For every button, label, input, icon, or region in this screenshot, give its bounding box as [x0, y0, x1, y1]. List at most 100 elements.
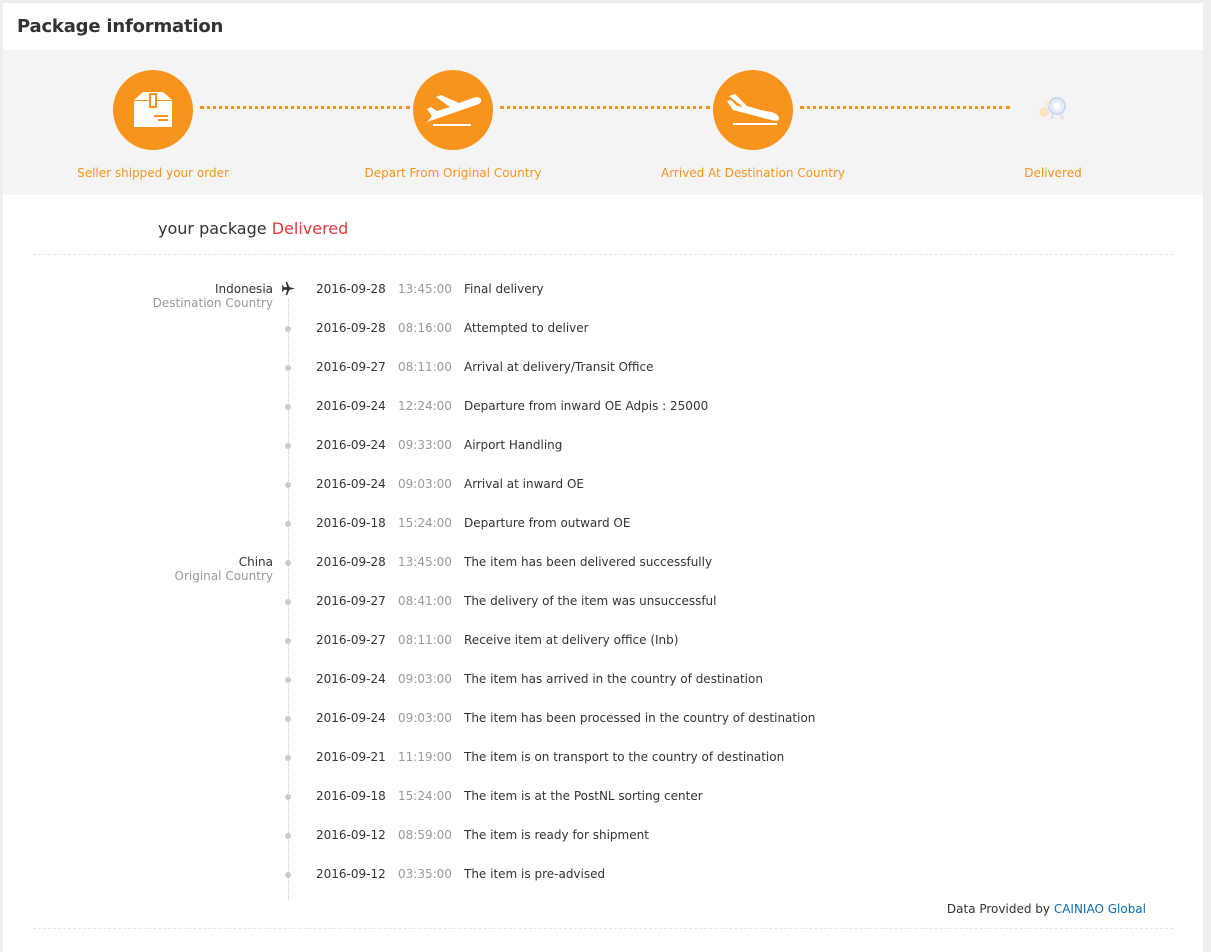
timeline-dot — [285, 560, 291, 566]
event-time: 15:24:00 — [398, 789, 452, 803]
timeline-dot — [285, 482, 291, 488]
event-description: The delivery of the item was unsuccessfu… — [464, 594, 717, 608]
delivered-badge-icon — [1013, 70, 1093, 150]
step-label: Depart From Original Country — [364, 166, 542, 180]
timeline-dot — [285, 599, 291, 605]
credit-prefix: Data Provided by — [946, 902, 1050, 916]
event-date: 2016-09-24 — [316, 672, 386, 686]
event-description: Attempted to deliver — [464, 321, 589, 335]
event-date: 2016-09-28 — [316, 282, 386, 296]
event-description: Arrival at inward OE — [464, 477, 584, 491]
tracking-event-row: 2016-09-27 08:41:00 The delivery of the … — [3, 594, 1203, 614]
tracking-event-row: 2016-09-24 09:33:00 Airport Handling — [3, 438, 1203, 458]
event-description: The item is pre-advised — [464, 867, 606, 881]
event-description: The item has been processed in the count… — [464, 711, 816, 725]
tracking-event-row: 2016-09-28 13:45:00 Final delivery — [3, 281, 1203, 302]
timeline-dot — [285, 638, 291, 644]
page-title: Package information — [17, 16, 224, 37]
event-date: 2016-09-27 — [316, 594, 386, 608]
event-time: 03:35:00 — [398, 867, 452, 881]
cainiao-global-link[interactable]: CAINIAO Global — [1054, 902, 1146, 916]
event-time: 09:03:00 — [398, 477, 452, 491]
event-date: 2016-09-27 — [316, 633, 386, 647]
tracking-event-row: 2016-09-24 09:03:00 Arrival at inward OE — [3, 477, 1203, 497]
divider — [33, 254, 1173, 255]
event-date: 2016-09-24 — [316, 399, 386, 413]
timeline-dot — [285, 833, 291, 839]
timeline-dot — [285, 443, 291, 449]
event-description: The item has been delivered successfully — [464, 555, 713, 569]
tracking-event-row: 2016-09-18 15:24:00 The item is at the P… — [3, 789, 1203, 809]
tracking-event-row: 2016-09-28 13:45:00 The item has been de… — [3, 555, 1203, 575]
package-box-icon — [113, 70, 193, 150]
event-time: 08:16:00 — [398, 321, 452, 335]
event-description: Departure from outward OE — [464, 516, 631, 530]
event-date: 2016-09-28 — [316, 321, 386, 335]
step-depart-origin: Depart From Original Country — [333, 70, 573, 180]
event-date: 2016-09-21 — [316, 750, 386, 764]
timeline-dot — [285, 755, 291, 761]
event-time: 12:24:00 — [398, 399, 452, 413]
event-time: 11:19:00 — [398, 750, 452, 764]
panel-header: Package information — [3, 3, 1203, 50]
event-time: 08:11:00 — [398, 633, 452, 647]
event-date: 2016-09-24 — [316, 438, 386, 452]
event-date: 2016-09-12 — [316, 828, 386, 842]
event-description: The item is on transport to the country … — [464, 750, 785, 764]
event-date: 2016-09-24 — [316, 711, 386, 725]
timeline-dot — [285, 794, 291, 800]
step-arrived-destination: Arrived At Destination Country — [633, 70, 873, 180]
plane-landing-icon — [713, 70, 793, 150]
tracking-event-row: 2016-09-24 09:03:00 The item has been pr… — [3, 711, 1203, 731]
data-provider-credit: Data Provided by CAINIAO Global — [947, 902, 1146, 916]
event-date: 2016-09-27 — [316, 360, 386, 374]
event-date: 2016-09-28 — [316, 555, 386, 569]
tracking-event-row: 2016-09-12 03:35:00 The item is pre-advi… — [3, 867, 1203, 887]
event-description: The item has arrived in the country of d… — [464, 672, 763, 686]
package-status: your package Delivered — [158, 219, 348, 238]
plane-takeoff-icon — [413, 70, 493, 150]
timeline-dot — [285, 521, 291, 527]
timeline-dot — [285, 716, 291, 722]
timeline-dot — [285, 404, 291, 410]
event-description: Arrival at delivery/Transit Office — [464, 360, 654, 374]
package-information-panel: Package information Seller shipped your … — [3, 3, 1203, 952]
tracking-event-row: 2016-09-12 08:59:00 The item is ready fo… — [3, 828, 1203, 848]
event-date: 2016-09-24 — [316, 477, 386, 491]
tracking-event-row: 2016-09-27 08:11:00 Receive item at deli… — [3, 633, 1203, 653]
tracking-event-row: 2016-09-24 12:24:00 Departure from inwar… — [3, 399, 1203, 419]
progress-steps: Seller shipped your order Depart From Or… — [3, 50, 1203, 195]
event-description: Receive item at delivery office (Inb) — [464, 633, 679, 647]
tracking-event-row: 2016-09-18 15:24:00 Departure from outwa… — [3, 516, 1203, 536]
timeline-dot — [285, 326, 291, 332]
event-time: 15:24:00 — [398, 516, 452, 530]
event-date: 2016-09-18 — [316, 516, 386, 530]
step-label: Arrived At Destination Country — [661, 166, 845, 180]
event-description: The item is ready for shipment — [464, 828, 649, 842]
step-label: Delivered — [1024, 166, 1082, 180]
event-description: Airport Handling — [464, 438, 563, 452]
event-time: 09:03:00 — [398, 711, 452, 725]
tracking-event-row: 2016-09-27 08:11:00 Arrival at delivery/… — [3, 360, 1203, 380]
tracking-event-row: 2016-09-24 09:03:00 The item has arrived… — [3, 672, 1203, 692]
event-date: 2016-09-18 — [316, 789, 386, 803]
event-time: 13:45:00 — [398, 555, 452, 569]
status-prefix: your package — [158, 219, 267, 238]
timeline-dot — [285, 677, 291, 683]
tracking-event-row: 2016-09-28 08:16:00 Attempted to deliver — [3, 321, 1203, 341]
step-delivered: Delivered — [933, 70, 1173, 180]
event-time: 09:33:00 — [398, 438, 452, 452]
plane-icon — [281, 281, 296, 299]
status-value: Delivered — [271, 219, 349, 238]
event-description: Final delivery — [464, 282, 544, 296]
event-description: Departure from inward OE Adpis : 25000 — [464, 399, 709, 413]
event-time: 08:11:00 — [398, 360, 452, 374]
divider — [33, 928, 1173, 929]
event-description: The item is at the PostNL sorting center — [464, 789, 703, 803]
timeline-dot — [285, 872, 291, 878]
step-seller-shipped: Seller shipped your order — [33, 70, 273, 180]
event-time: 08:41:00 — [398, 594, 452, 608]
event-time: 09:03:00 — [398, 672, 452, 686]
timeline-dot — [285, 365, 291, 371]
event-time: 08:59:00 — [398, 828, 452, 842]
